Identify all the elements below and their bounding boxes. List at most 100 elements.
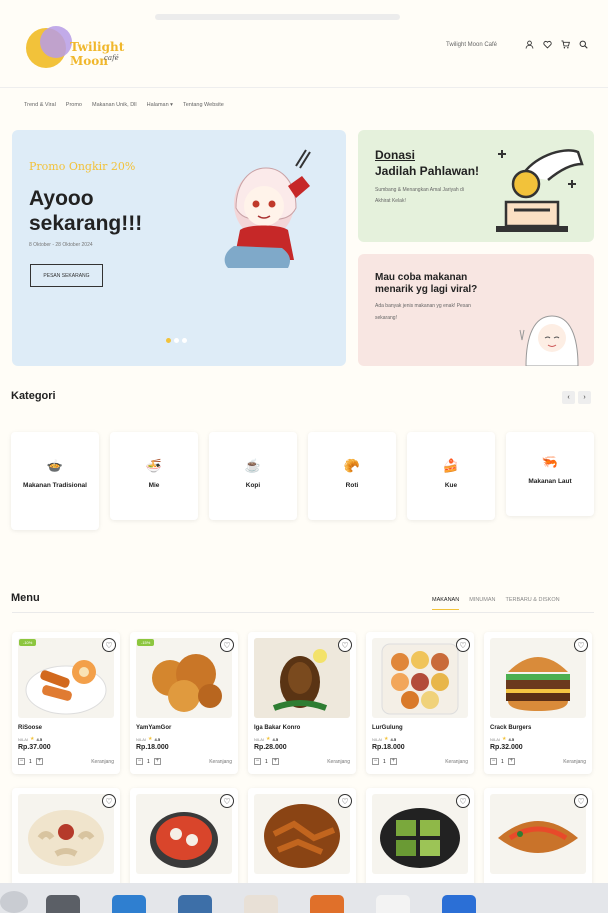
nav-promo[interactable]: Promo	[66, 102, 82, 108]
category-card[interactable]: 🦐 Makanan Laut	[506, 432, 594, 516]
wishlist-heart-icon[interactable]: ♡	[102, 638, 116, 652]
calendar-icon[interactable]	[376, 895, 410, 913]
chevron-right-icon[interactable]: ›	[578, 391, 591, 404]
plus-button[interactable]: +	[35, 758, 43, 765]
quantity-value: 1	[265, 758, 268, 765]
tab-minuman[interactable]: MINUMAN	[469, 597, 495, 610]
category-card[interactable]: 🍲 Makanan Tradisional	[11, 432, 99, 530]
category-label: Makanan Tradisional	[23, 482, 87, 489]
donation-banner[interactable]: Donasi Jadilah Pahlawan! Sumbang & Menan…	[358, 130, 594, 242]
nav-halaman[interactable]: Halaman ▾	[147, 102, 173, 108]
product-card[interactable]: ♡ Crack Burgers NILAI ★ 4.5 Rp.32.000 −1 + …	[484, 632, 592, 774]
minus-button[interactable]: −	[254, 758, 261, 765]
cart-icon[interactable]	[561, 40, 570, 49]
wishlist-heart-icon[interactable]: ♡	[102, 794, 116, 808]
xampp-icon[interactable]	[310, 895, 344, 913]
carousel-dots	[166, 338, 187, 343]
product-card[interactable]: -15% ♡ YamYamGor NILAI ★ 4.5 Rp.18.000 −1 +…	[130, 632, 238, 774]
add-to-cart-button[interactable]: Keranjang	[209, 759, 232, 765]
tab-makanan[interactable]: MAKANAN	[432, 597, 460, 610]
wishlist-heart-icon[interactable]: ♡	[456, 794, 470, 808]
store-icon[interactable]	[442, 895, 476, 913]
cafe-name: Twilight Moon Café	[446, 42, 498, 48]
product-card[interactable]: ♡ Iga Bakar Konro NILAI ★ 4.5 Rp.28.000 −1…	[248, 632, 356, 774]
vscode-icon[interactable]	[112, 895, 146, 913]
wishlist-heart-icon[interactable]: ♡	[338, 794, 352, 808]
logo-subtext: café	[104, 54, 119, 62]
plus-button[interactable]: +	[389, 758, 397, 765]
chevron-left-icon[interactable]: ‹	[562, 391, 575, 404]
category-card[interactable]: ☕ Kopi	[209, 432, 297, 520]
search-icon[interactable]	[579, 40, 588, 49]
nav-trend[interactable]: Trend & Viral	[24, 102, 56, 108]
minus-button[interactable]: −	[18, 758, 25, 765]
virtualbox-icon[interactable]	[178, 895, 212, 913]
app-icon[interactable]	[244, 895, 278, 913]
quantity-stepper: −1 +	[136, 758, 161, 765]
product-image	[490, 638, 586, 718]
product-rating: NILAI ★ 4.5	[372, 736, 396, 742]
wishlist-heart-icon[interactable]: ♡	[338, 638, 352, 652]
user-icon[interactable]	[525, 40, 534, 49]
quantity-stepper: −1 +	[490, 758, 515, 765]
add-to-cart-button[interactable]: Keranjang	[91, 759, 114, 765]
wishlist-heart-icon[interactable]: ♡	[574, 794, 588, 808]
product-price: Rp.32.000	[490, 744, 523, 751]
viral-food-banner[interactable]: Mau coba makanan menarik yg lagi viral? …	[358, 254, 594, 366]
promo-label: Promo Ongkir 20%	[29, 160, 136, 173]
discount-badge: -15%	[137, 639, 155, 646]
promo-headline: Ayooo sekarang!!!	[29, 187, 143, 235]
tab-terbaru-diskon[interactable]: TERBARU & DISKON	[505, 597, 559, 610]
category-label: Kopi	[245, 482, 261, 489]
heart-icon[interactable]	[543, 40, 552, 49]
nav-tentang[interactable]: Tentang Website	[183, 102, 224, 108]
category-card[interactable]: 🍜 Mie	[110, 432, 198, 520]
plus-button[interactable]: +	[153, 758, 161, 765]
product-name: LurGulung	[372, 725, 403, 731]
order-now-button[interactable]: PESAN SEKARANG	[30, 264, 103, 287]
start-icon[interactable]	[0, 891, 28, 913]
carousel-dot[interactable]	[174, 338, 179, 343]
minus-button[interactable]: −	[490, 758, 497, 765]
add-to-cart-button[interactable]: Keranjang	[327, 759, 350, 765]
bread-icon: 🥐	[343, 458, 361, 473]
product-price: Rp.18.000	[372, 744, 405, 751]
add-to-cart-button[interactable]: Keranjang	[445, 759, 468, 765]
category-card[interactable]: 🍰 Kue	[407, 432, 495, 520]
wishlist-heart-icon[interactable]: ♡	[220, 638, 234, 652]
traditional-food-icon: 🍲	[46, 458, 64, 473]
nav-makanan-unik[interactable]: Makanan Unik, Dll	[92, 102, 137, 108]
category-card[interactable]: 🥐 Roti	[308, 432, 396, 520]
category-arrows: ‹ ›	[562, 391, 591, 404]
wishlist-heart-icon[interactable]: ♡	[220, 794, 234, 808]
product-image	[254, 794, 350, 874]
product-rating: NILAI ★ 4.5	[136, 736, 160, 742]
viral-desc: Ada banyak jenis makanan yg enak! Pesan …	[375, 303, 471, 321]
star-icon: ★	[266, 736, 271, 742]
carousel-dot[interactable]	[182, 338, 187, 343]
category-title: Kategori	[11, 390, 56, 402]
logo[interactable]: Twilight Moon café	[24, 26, 154, 72]
quantity-stepper: −1 +	[372, 758, 397, 765]
carousel-dot-active[interactable]	[166, 338, 171, 343]
plus-button[interactable]: +	[271, 758, 279, 765]
minus-button[interactable]: −	[136, 758, 143, 765]
add-to-cart-button[interactable]: Keranjang	[563, 759, 586, 765]
plus-button[interactable]: +	[507, 758, 515, 765]
product-card[interactable]: -10% ♡ RiSoose NILAI ★ 4.5 Rp.37.000 −1 + K…	[12, 632, 120, 774]
promo-carousel[interactable]: Promo Ongkir 20% Ayooo sekarang!!! 8 Okt…	[12, 130, 346, 366]
product-name: YamYamGor	[136, 725, 172, 731]
coffee-icon: ☕	[244, 458, 262, 473]
rating-label: NILAI	[136, 736, 147, 742]
rating-value: 4.5	[272, 736, 279, 742]
product-price: Rp.37.000	[18, 744, 51, 751]
hijab-girl-illustration	[519, 315, 579, 366]
donation-hand-coin-illustration	[496, 149, 584, 232]
product-card[interactable]: ♡ LurGulung NILAI ★ 4.5 Rp.18.000 −1 + Kera…	[366, 632, 474, 774]
wishlist-heart-icon[interactable]: ♡	[456, 638, 470, 652]
minus-button[interactable]: −	[372, 758, 379, 765]
rating-value: 4.5	[154, 736, 161, 742]
wishlist-heart-icon[interactable]: ♡	[574, 638, 588, 652]
terminal-icon[interactable]	[46, 895, 80, 913]
promo-dates: 8 Oktober - 28 Oktober 2024	[29, 242, 93, 248]
